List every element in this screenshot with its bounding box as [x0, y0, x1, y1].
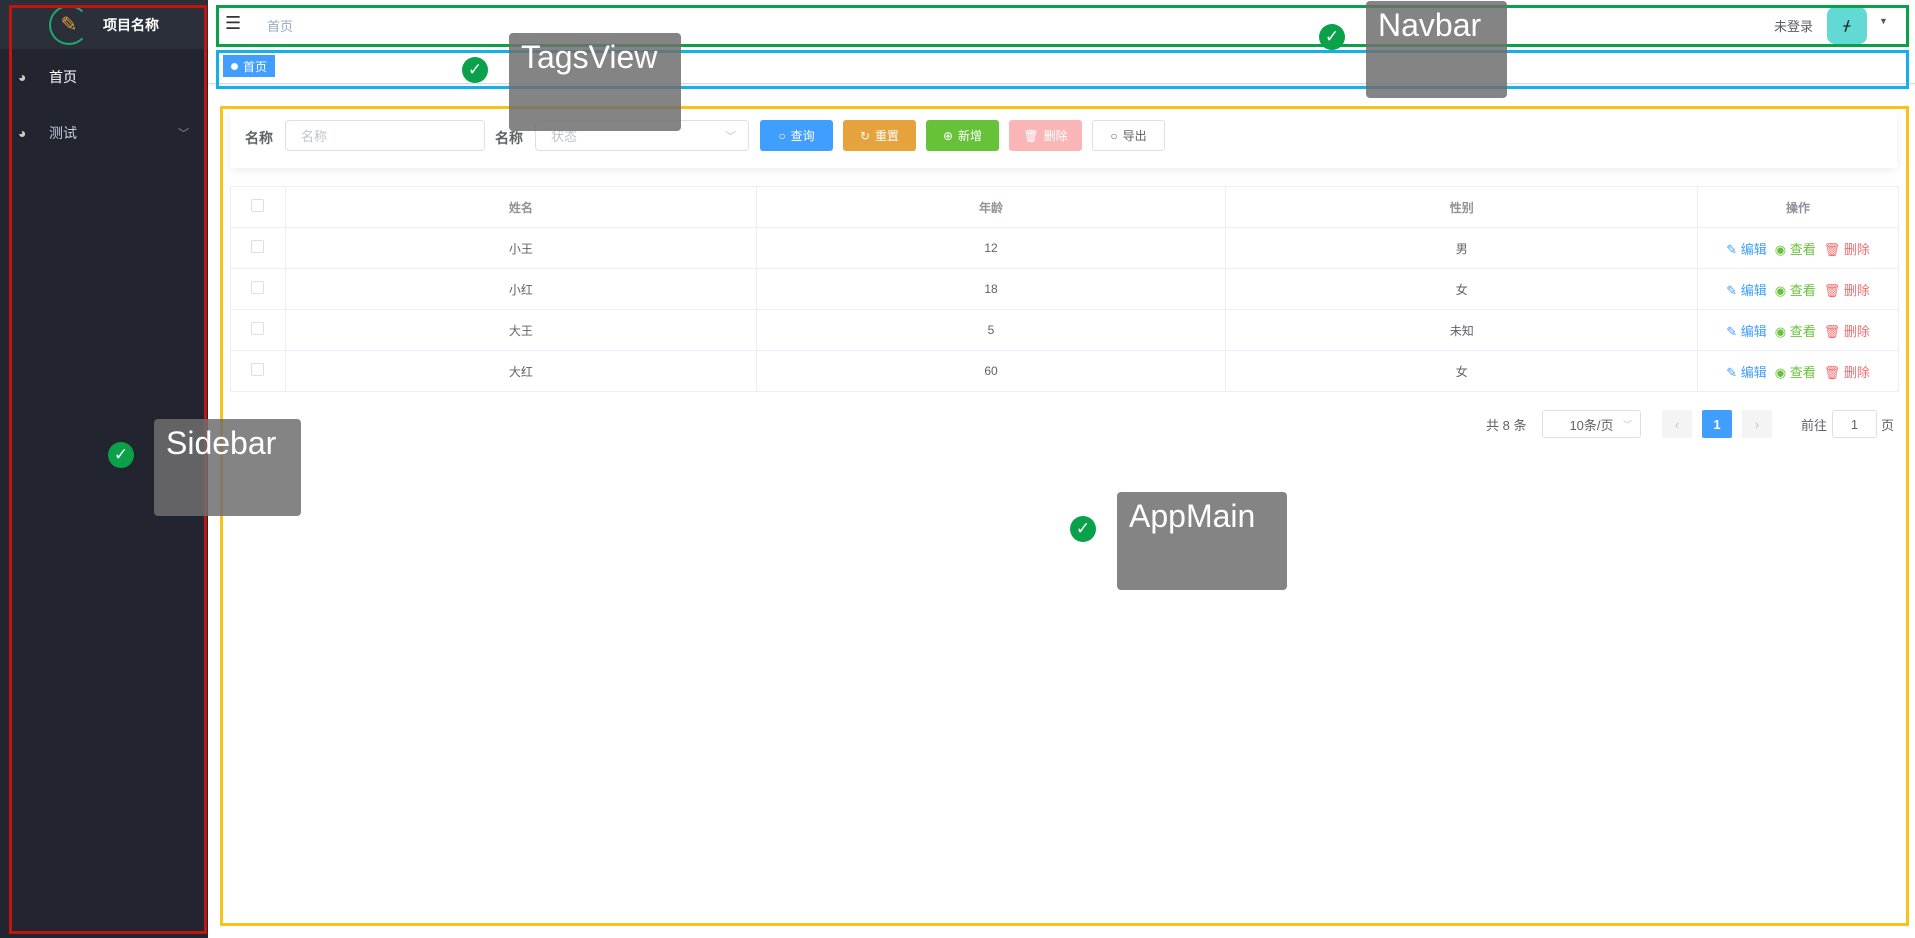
appmain-frame	[220, 106, 1909, 926]
appmain-annotation: AppMain	[1117, 492, 1287, 590]
check-icon: ✓	[1070, 516, 1096, 542]
tagsview-annotation: TagsView	[509, 33, 681, 131]
sidebar-annotation: Sidebar	[154, 419, 301, 516]
navbar-frame	[216, 5, 1909, 47]
check-icon: ✓	[462, 57, 488, 83]
check-icon: ✓	[1319, 24, 1345, 50]
check-icon: ✓	[108, 442, 134, 468]
navbar-annotation: Navbar	[1366, 1, 1507, 98]
